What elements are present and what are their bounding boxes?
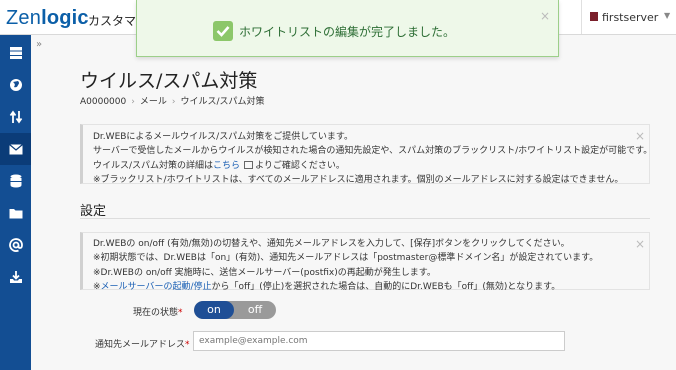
mail-icon: [8, 143, 23, 154]
database-icon: [10, 174, 21, 188]
page-title: ウイルス/スパム対策: [80, 70, 258, 92]
expand-sidebar-icon[interactable]: »: [36, 39, 42, 50]
sidebar-item-files[interactable]: [0, 197, 31, 229]
success-toast: ホワイトリストの編集が完了しました。 ×: [136, 0, 559, 57]
details-link[interactable]: こちら: [213, 161, 240, 171]
breadcrumb: A0000000 › メール › ウイルス/スパム対策: [80, 94, 265, 107]
breadcrumb-mail[interactable]: メール: [140, 97, 167, 107]
logo-text-logic: logic: [41, 7, 89, 29]
section-divider: [80, 218, 650, 219]
info-line: ※Dr.WEBの on/off 実施時に、送信メールサーバー(postfix)の…: [93, 267, 436, 278]
info-line: ウイルス/スパム対策の詳細はこちら よりご確認ください。: [93, 159, 649, 173]
zenlogic-logo[interactable]: Zenlogic: [6, 7, 89, 30]
breadcrumb-separator: ›: [131, 97, 135, 107]
server-icon: [9, 47, 22, 59]
sidebar: [0, 35, 31, 370]
settings-info-box: Dr.WEBの on/off (有効/無効)の切替えや、通知先メールアドレスを入…: [80, 232, 650, 292]
external-link-icon: [244, 161, 254, 170]
toggle-on[interactable]: on: [194, 301, 234, 319]
info-text: から「off」(停止)を選択された場合は、自動的にDr.WEBも「off」(無効…: [211, 281, 561, 292]
breadcrumb-account[interactable]: A0000000: [80, 97, 126, 107]
sidebar-item-transfer[interactable]: [0, 101, 31, 133]
service-info-box: Dr.WEBによるメールウイルス/スパム対策をご提供しています。 サーバーで受信…: [80, 124, 653, 185]
toast-message: ホワイトリストの編集が完了しました。: [239, 25, 456, 39]
email-label: 通知先メールアドレス*: [95, 337, 190, 350]
status-label-text: 現在の状態: [133, 308, 179, 318]
close-icon[interactable]: ×: [635, 129, 645, 143]
user-icon: [590, 12, 598, 21]
logo-text-zen: Zen: [6, 7, 42, 29]
info-line: Dr.WEBによるメールウイルス/スパム対策をご提供しています。: [93, 132, 354, 142]
sidebar-item-database[interactable]: [0, 165, 31, 197]
download-tray-icon: [9, 271, 22, 283]
mail-server-start-stop-link[interactable]: メールサーバーの起動/停止: [101, 282, 212, 292]
sidebar-item-address[interactable]: [0, 229, 31, 261]
chevron-down-icon: ▼: [664, 11, 671, 20]
check-icon: [213, 21, 233, 41]
info-text: ※: [93, 281, 101, 292]
info-line: サーバーで受信したメールからウイルスが検知された場合の通知先設定や、スパム対策の…: [93, 146, 653, 157]
sidebar-item-domain[interactable]: [0, 69, 31, 101]
status-label: 現在の状態*: [133, 305, 183, 318]
section-heading-settings: 設定: [80, 204, 107, 219]
transfer-arrows-icon: [9, 110, 22, 124]
notification-email-input[interactable]: [193, 331, 565, 351]
breadcrumb-separator: ›: [171, 97, 176, 107]
globe-icon: [9, 79, 22, 91]
required-mark: *: [178, 308, 183, 318]
info-text: ウイルス/スパム対策の詳細は: [93, 160, 214, 171]
sidebar-item-server[interactable]: [0, 37, 31, 69]
folder-icon: [9, 209, 22, 219]
close-icon[interactable]: ×: [635, 237, 645, 251]
required-mark: *: [185, 340, 190, 350]
close-icon[interactable]: ×: [540, 9, 550, 23]
sidebar-item-mail[interactable]: [0, 133, 31, 165]
info-line: Dr.WEBの on/off (有効/無効)の切替えや、通知先メールアドレスを入…: [93, 239, 570, 249]
toggle-off[interactable]: off: [234, 301, 276, 319]
breadcrumb-current: ウイルス/スパム対策: [180, 97, 265, 107]
info-line: ※初期状態では、Dr.WEBは「on」(有効)、通知先メールアドレスは「post…: [93, 253, 599, 264]
user-menu[interactable]: firstserver ▼: [581, 0, 676, 34]
status-toggle[interactable]: on off: [194, 301, 276, 319]
info-line: ※メールサーバーの起動/停止から「off」(停止)を選択された場合は、自動的にD…: [93, 280, 649, 294]
at-sign-icon: [8, 238, 23, 252]
info-line: ※ブラックリスト/ホワイトリストは、すべてのメールアドレスに適用されます。個別の…: [93, 174, 624, 185]
sidebar-item-download[interactable]: [0, 261, 31, 293]
email-label-text: 通知先メールアドレス: [95, 340, 186, 350]
user-name: firstserver: [602, 11, 659, 24]
info-text: よりご確認ください。: [255, 160, 345, 171]
